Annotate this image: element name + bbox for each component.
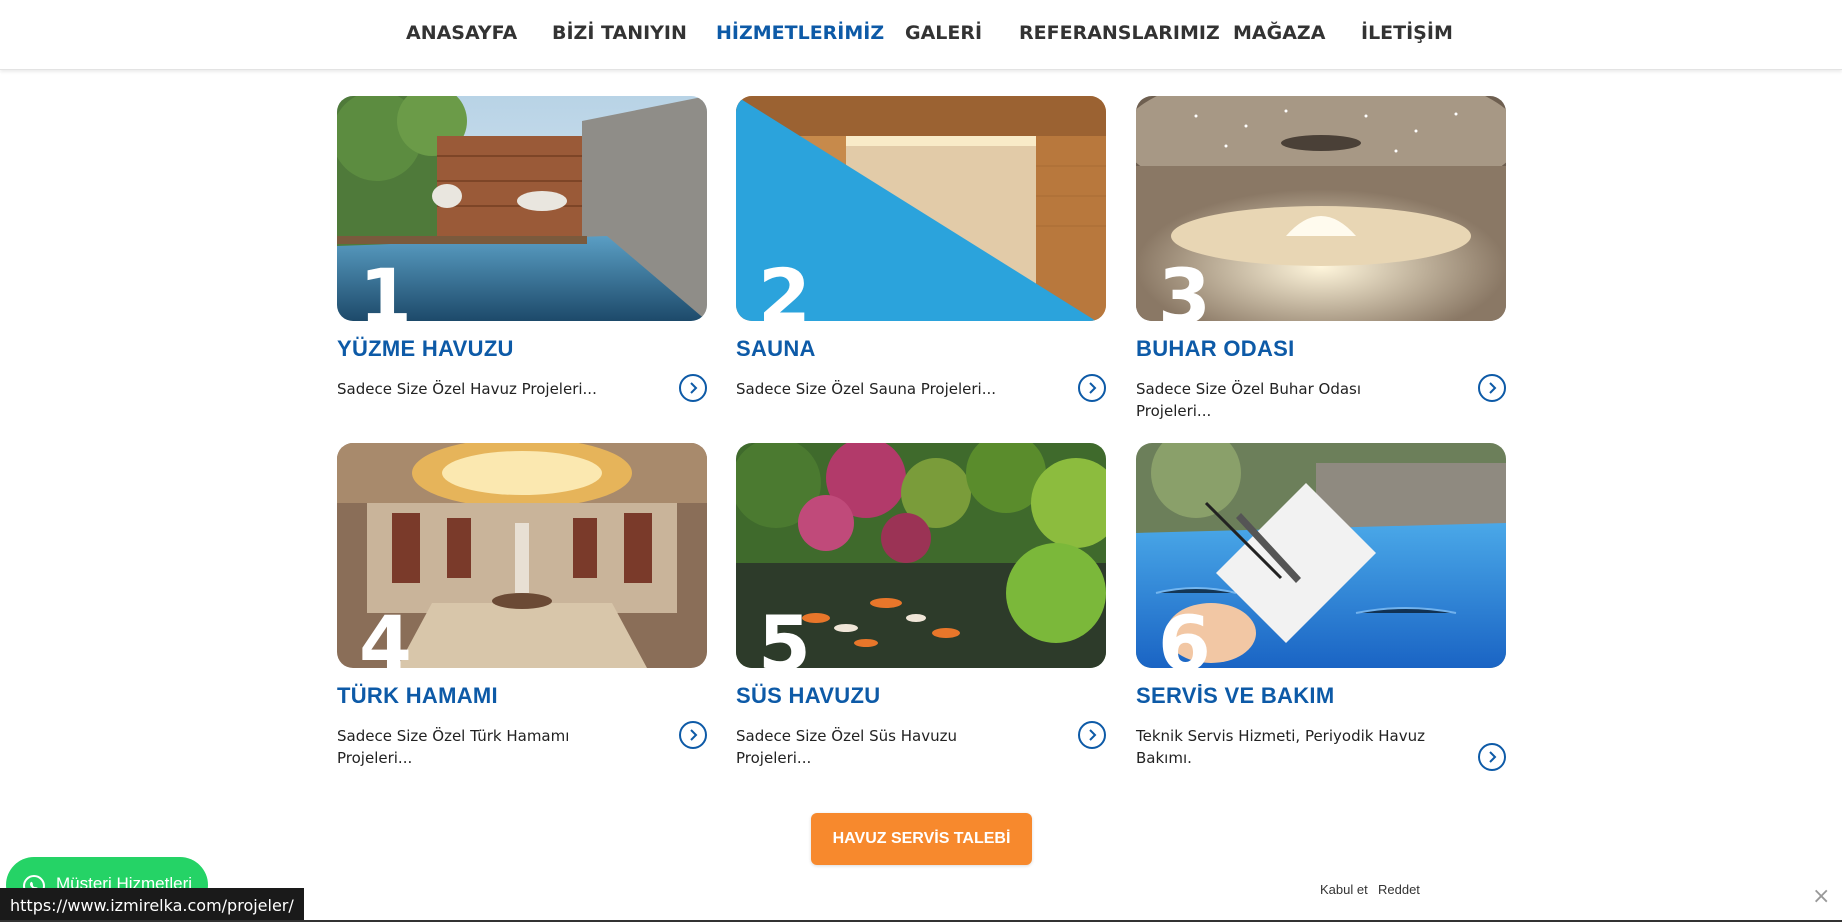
pool-image[interactable]: 1 <box>337 96 707 321</box>
service-card-sus-havuzu[interactable]: 5 SÜS HAVUZU Sadece Size Özel Süs Havuzu… <box>736 443 1106 767</box>
service-description: Sadece Size Özel Süs Havuzu Projeleri... <box>736 727 957 767</box>
service-description: Sadece Size Özel Havuz Projeleri... <box>337 380 597 398</box>
service-number: 6 <box>1158 599 1211 669</box>
cookie-accept-button[interactable]: Kabul et <box>1320 882 1368 897</box>
service-card-yuzme-havuzu[interactable]: 1 YÜZME HAVUZU Sadece Size Özel Havuz Pr… <box>337 96 707 402</box>
nav-item-galeri[interactable]: GALERİ <box>905 22 982 44</box>
service-description: Sadece Size Özel Sauna Projeleri... <box>736 380 997 398</box>
service-title[interactable]: SAUNA <box>736 336 816 362</box>
close-icon[interactable]: × <box>1812 884 1830 909</box>
nav-item-iletisim[interactable]: İLETİŞİM <box>1361 22 1453 44</box>
sauna-image[interactable]: 2 <box>736 96 1106 321</box>
service-number: 3 <box>1158 252 1211 322</box>
nav-item-anasayfa[interactable]: ANASAYFA <box>406 22 517 44</box>
service-number: 5 <box>758 599 811 669</box>
service-number: 4 <box>359 599 412 669</box>
cookie-reject-button[interactable]: Reddet <box>1378 882 1420 897</box>
service-title[interactable]: BUHAR ODASI <box>1136 336 1295 362</box>
service-title[interactable]: SÜS HAVUZU <box>736 683 880 709</box>
chevron-right-icon[interactable] <box>1078 721 1106 749</box>
service-description: Sadece Size Özel Türk Hamamı Projeleri..… <box>337 727 570 767</box>
status-bar-url: https://www.izmirelka.com/projeler/ <box>0 888 304 922</box>
chevron-right-icon[interactable] <box>1078 374 1106 402</box>
chevron-right-icon[interactable] <box>1478 374 1506 402</box>
chevron-right-icon[interactable] <box>679 721 707 749</box>
service-card-sauna[interactable]: 2 SAUNA Sadece Size Özel Sauna Projeleri… <box>736 96 1106 402</box>
nav-item-magaza[interactable]: MAĞAZA <box>1233 22 1325 44</box>
service-title[interactable]: SERVİS VE BAKIM <box>1136 683 1334 709</box>
service-description: Teknik Servis Hizmeti, Periyodik Havuz B… <box>1136 727 1425 767</box>
service-card-buhar-odasi[interactable]: 3 BUHAR ODASI Sadece Size Özel Buhar Oda… <box>1136 96 1506 420</box>
service-card-servis-ve-bakim[interactable]: 6 SERVİS VE BAKIM Teknik Servis Hizmeti,… <box>1136 443 1506 771</box>
maintenance-image[interactable]: 6 <box>1136 443 1506 668</box>
steam-room-image[interactable]: 3 <box>1136 96 1506 321</box>
nav-item-bizi-taniyin[interactable]: BİZİ TANIYIN <box>552 22 687 44</box>
pond-image[interactable]: 5 <box>736 443 1106 668</box>
chevron-right-icon[interactable] <box>1478 743 1506 771</box>
turkish-bath-image[interactable]: 4 <box>337 443 707 668</box>
service-number: 2 <box>758 252 811 322</box>
service-card-turk-hamami[interactable]: 4 TÜRK HAMAMI Sadece Size Özel Türk Hama… <box>337 443 707 767</box>
service-title[interactable]: TÜRK HAMAMI <box>337 683 498 709</box>
nav-item-referanslarimiz[interactable]: REFERANSLARIMIZ <box>1019 22 1220 44</box>
top-navigation: ANASAYFA BİZİ TANIYIN HİZMETLERİMİZ GALE… <box>0 0 1842 70</box>
pool-service-request-button[interactable]: HAVUZ SERVİS TALEBİ <box>811 813 1032 865</box>
service-title[interactable]: YÜZME HAVUZU <box>337 336 514 362</box>
nav-item-hizmetlerimiz[interactable]: HİZMETLERİMİZ <box>716 22 884 44</box>
chevron-right-icon[interactable] <box>679 374 707 402</box>
service-description: Sadece Size Özel Buhar Odası Projeleri..… <box>1136 380 1362 420</box>
service-number: 1 <box>359 252 412 322</box>
